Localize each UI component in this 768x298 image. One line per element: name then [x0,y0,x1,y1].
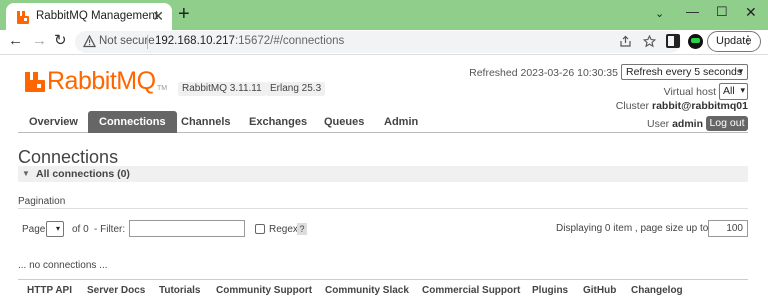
tab-close-icon[interactable]: ✕ [152,8,164,24]
tab-exchanges[interactable]: Exchanges [238,111,318,133]
regex-label: Regex [269,224,298,235]
footer-link-commercial-support[interactable]: Commercial Support [422,285,520,296]
url-host: 192.168.10.217 [155,35,235,47]
refresh-select-value: Refresh every 5 seconds [626,66,743,78]
share-icon[interactable] [619,35,632,48]
rabbitmq-version-badge: RabbitMQ 3.11.11 [178,82,266,96]
chevron-down-icon: ▾ [740,85,745,95]
vhost-label: Virtual host [663,86,716,98]
footer-link-server-docs[interactable]: Server Docs [87,285,145,296]
footer-link-community-support[interactable]: Community Support [216,285,312,296]
footer: HTTP API Server Docs Tutorials Community… [18,279,748,298]
vhost-select-value: All [723,85,735,97]
footer-link-github[interactable]: GitHub [583,285,616,296]
page-size-input[interactable]: 100 [708,220,748,237]
tab-search-icon[interactable]: ⌄ [655,6,664,22]
reload-icon[interactable]: ↻ [54,32,67,50]
tab-connections[interactable]: Connections [88,111,177,133]
all-connections-section-header[interactable]: ▼ All connections (0) [18,166,748,182]
back-icon[interactable]: ← [8,32,23,50]
browser-toolbar: ← → ↻ Not secure 192.168.10.217:15672/#/… [0,30,768,54]
footer-link-http-api[interactable]: HTTP API [27,285,72,296]
page-select[interactable]: ▾ [46,221,64,237]
collapse-arrow-icon: ▼ [22,169,30,178]
chrome-divider [0,54,768,55]
page-count: of 0 [72,224,89,235]
logo-text: RabbitMQ [47,67,156,95]
footer-link-plugins[interactable]: Plugins [532,285,568,296]
erlang-version-badge: Erlang 25.3 [266,82,326,96]
tab-overview[interactable]: Overview [18,111,89,133]
tab-channels[interactable]: Channels [170,111,242,133]
rabbitmq-logo-icon [25,72,45,92]
regex-help-icon[interactable]: ? [297,223,307,235]
regex-checkbox[interactable] [255,224,265,234]
filter-input[interactable] [129,220,245,237]
tab-admin[interactable]: Admin [373,111,429,133]
page-title: Connections [18,147,119,167]
pagination-heading: Pagination [18,196,66,207]
forward-icon[interactable]: → [32,32,47,50]
menu-dots-icon[interactable]: ⋮ [742,31,754,50]
tab-title: RabbitMQ Management [36,10,159,22]
warning-icon[interactable] [83,35,96,48]
browser-tabstrip: RabbitMQ Management ✕ + ⌄ — ☐ ✕ [0,0,768,30]
page-label: Page [22,224,46,235]
refreshed-timestamp: Refreshed 2023-03-26 10:30:35 [469,67,618,79]
vhost-select[interactable]: All ▾ [719,83,748,100]
update-button[interactable]: Update ⋮ [707,31,761,52]
url-path: :15672/#/connections [234,35,345,47]
tab-queues[interactable]: Queues [313,111,375,133]
url-text[interactable]: 192.168.10.217:15672/#/connections [155,35,344,47]
rabbitmq-favicon-icon [17,11,29,24]
new-tab-icon[interactable]: + [178,4,190,24]
section-title: All connections (0) [36,168,130,180]
empty-connections-message: ... no connections ... [18,260,108,271]
display-count-text: Displaying 0 item , page size up to: [556,223,712,234]
refresh-interval-select[interactable]: Refresh every 5 seconds ▾ [621,64,748,80]
address-bar[interactable]: Not secure 192.168.10.217:15672/#/connec… [75,31,681,53]
main-nav: Overview Connections Channels Exchanges … [18,111,748,133]
logo-trademark: TM [157,85,168,92]
footer-link-community-slack[interactable]: Community Slack [325,285,409,296]
chevron-down-icon: ▾ [55,224,60,233]
footer-link-tutorials[interactable]: Tutorials [159,285,200,296]
filter-label: - Filter: [94,224,126,235]
bookmark-star-icon[interactable] [643,35,656,48]
pagination-controls: Page ▾ of 0 - Filter: Regex ? Displaying… [18,220,748,238]
footer-link-changelog[interactable]: Changelog [631,285,683,296]
maximize-icon[interactable]: ☐ [716,4,728,20]
minimize-icon[interactable]: — [686,4,699,20]
window-close-icon[interactable]: ✕ [745,4,757,20]
extension-icon[interactable] [688,34,703,49]
side-panel-icon[interactable] [666,34,680,48]
chevron-down-icon: ▾ [738,66,743,76]
omnibox-separator [147,35,148,49]
browser-tab[interactable]: RabbitMQ Management ✕ [6,3,172,30]
pagination-divider [18,208,748,209]
